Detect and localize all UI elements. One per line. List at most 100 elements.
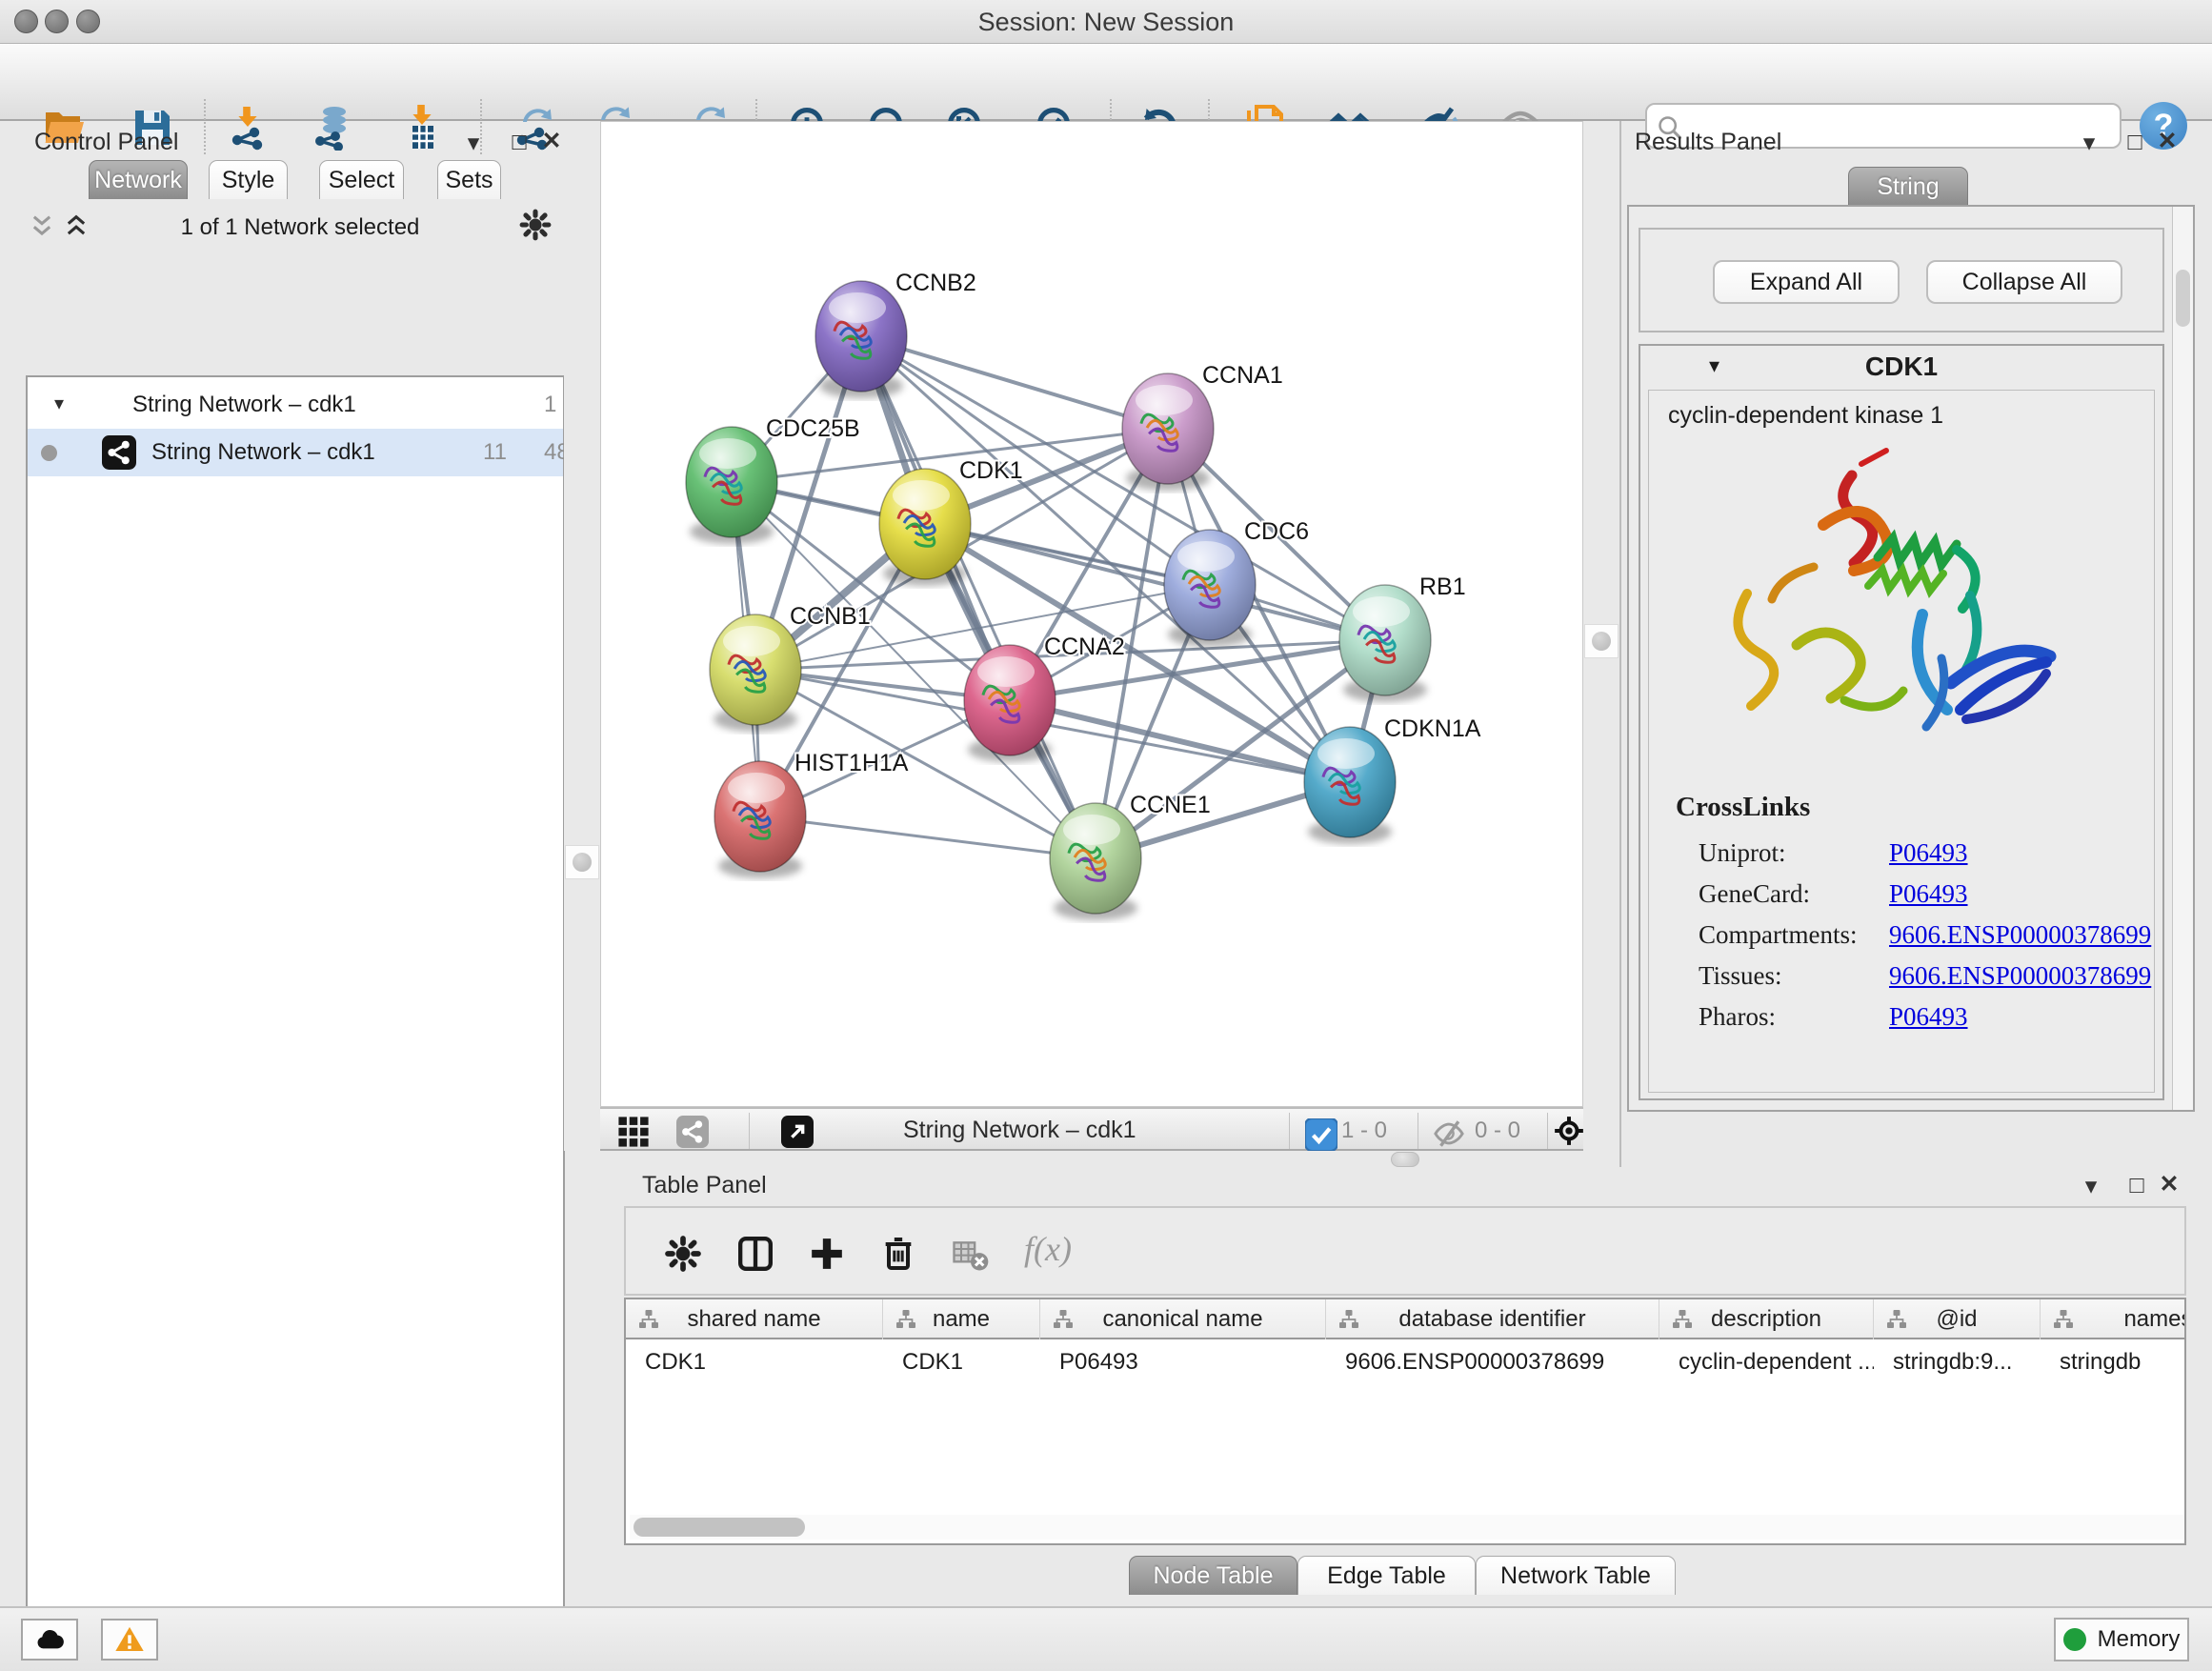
crosslink-link[interactable]: P06493 xyxy=(1889,879,1968,908)
panel-float-icon[interactable]: □ xyxy=(2121,1172,2153,1199)
node-label: CCNE1 xyxy=(1130,792,1211,818)
panel-dropdown-icon[interactable]: ▾ xyxy=(457,129,490,157)
network-node[interactable]: RB1 xyxy=(1339,574,1466,702)
table-toolbar: f(x) xyxy=(624,1206,2186,1296)
network-edge[interactable] xyxy=(760,816,1096,858)
tab-network[interactable]: Network xyxy=(89,160,188,199)
crosslink-row: Tissues:9606.ENSP00000378699 xyxy=(1649,956,2154,997)
column-header-database-identifier[interactable]: database identifier xyxy=(1326,1299,1659,1339)
right-splitter[interactable] xyxy=(1583,121,1619,1151)
bottom-splitter-handle[interactable] xyxy=(1391,1152,1419,1167)
crosshair-icon[interactable] xyxy=(1553,1115,1585,1147)
column-header-canonical-name[interactable]: canonical name xyxy=(1040,1299,1326,1339)
crosslink-label: Pharos: xyxy=(1699,1002,1889,1032)
crosslink-label: Tissues: xyxy=(1699,961,1889,991)
network-node[interactable]: HIST1H1A xyxy=(714,750,909,878)
panel-dropdown-icon[interactable]: ▾ xyxy=(2073,129,2105,157)
column-header--id[interactable]: @id xyxy=(1874,1299,2041,1339)
protein-section: ▾ CDK1 cyclin-dependent kinase 1 xyxy=(1639,344,2164,1100)
panel-close-icon[interactable]: ✕ xyxy=(535,127,568,155)
network-options-gear-icon[interactable] xyxy=(519,209,552,241)
cloud-icon[interactable] xyxy=(21,1619,78,1661)
panel-close-icon[interactable]: ✕ xyxy=(2151,127,2183,155)
column-header-description[interactable]: description xyxy=(1659,1299,1874,1339)
selected-checkbox-icon[interactable] xyxy=(1305,1118,1330,1151)
network-edge[interactable] xyxy=(925,524,1385,640)
protein-name: CDK1 xyxy=(1640,352,2162,382)
show-columns-icon[interactable] xyxy=(734,1233,776,1275)
network-graph[interactable]: CCNB2CCNA1CDC25BCDK1CDC6RB1CCNB1CCNA2CDK… xyxy=(601,122,1582,1106)
network-label: String Network – cdk1 xyxy=(151,439,375,466)
delete-table-icon[interactable] xyxy=(950,1233,992,1275)
network-node[interactable]: CDKN1A xyxy=(1304,715,1481,844)
crosslink-link[interactable]: 9606.ENSP00000378699 xyxy=(1889,961,2151,990)
node-label: CDC6 xyxy=(1244,518,1309,545)
table-cell[interactable]: stringdb xyxy=(2041,1341,2186,1383)
network-selection-status: 1 of 1 Network selected xyxy=(143,214,457,241)
hidden-eye-icon[interactable] xyxy=(1433,1117,1465,1150)
window-title: Session: New Session xyxy=(0,8,2212,37)
table-header-row: shared namenamecanonical namedatabase id… xyxy=(626,1299,2186,1339)
export-view-icon[interactable] xyxy=(781,1116,814,1148)
table-cell[interactable]: cyclin-dependent ... xyxy=(1659,1341,1874,1383)
crosslink-link[interactable]: P06493 xyxy=(1889,838,1968,867)
network-node[interactable]: CCNE1 xyxy=(1050,792,1211,920)
tab-sets[interactable]: Sets xyxy=(437,160,501,199)
protein-description: cyclin-dependent kinase 1 xyxy=(1649,391,2154,430)
tab-string[interactable]: String xyxy=(1848,167,1968,206)
memory-label: Memory xyxy=(2098,1626,2181,1653)
table-row: CDK1CDK1P064939606.ENSP00000378699cyclin… xyxy=(626,1341,2186,1383)
tab-network-table[interactable]: Network Table xyxy=(1476,1556,1676,1595)
expand-all-button[interactable]: Expand All xyxy=(1713,260,1900,304)
function-builder-icon[interactable]: f(x) xyxy=(1024,1229,1072,1269)
table-options-gear-icon[interactable] xyxy=(662,1233,704,1275)
grid-view-icon[interactable] xyxy=(617,1116,650,1148)
column-header-name[interactable]: name xyxy=(883,1299,1040,1339)
panel-dropdown-icon[interactable]: ▾ xyxy=(2075,1172,2107,1200)
panel-close-icon[interactable]: ✕ xyxy=(2153,1170,2185,1198)
node-label: RB1 xyxy=(1419,574,1466,600)
results-scrollbar[interactable] xyxy=(2172,207,2193,1110)
table-cell[interactable]: 9606.ENSP00000378699 xyxy=(1326,1341,1659,1383)
table-cell[interactable]: stringdb:9... xyxy=(1874,1341,2041,1383)
network-view-dot-icon xyxy=(41,445,57,461)
collapse-all-button[interactable]: Collapse All xyxy=(1926,260,2122,304)
network-edge[interactable] xyxy=(861,336,1096,858)
collapse-all-networks-icon[interactable] xyxy=(29,212,55,239)
left-splitter[interactable] xyxy=(564,121,600,1151)
network-canvas[interactable]: CCNB2CCNA1CDC25BCDK1CDC6RB1CCNB1CCNA2CDK… xyxy=(600,121,1583,1107)
network-node[interactable]: CDK1 xyxy=(879,457,1023,586)
panel-float-icon[interactable]: □ xyxy=(2119,129,2151,156)
network-edge[interactable] xyxy=(861,336,1168,429)
network-row-selected[interactable]: String Network – cdk1 11 48 xyxy=(28,429,563,476)
network-birds-eye-icon[interactable] xyxy=(676,1116,709,1148)
crosslink-link[interactable]: P06493 xyxy=(1889,1002,1968,1031)
table-cell[interactable]: CDK1 xyxy=(626,1341,883,1383)
tree-collapse-icon[interactable]: ▾ xyxy=(54,392,64,415)
create-column-icon[interactable] xyxy=(806,1233,848,1275)
warning-icon[interactable] xyxy=(101,1619,158,1661)
toolbar-separator xyxy=(749,1113,750,1149)
protein-details-box: cyclin-dependent kinase 1 xyxy=(1648,390,2155,1093)
network-collection-row[interactable]: ▾ String Network – cdk1 1 xyxy=(28,381,563,429)
column-header-shared-name[interactable]: shared name xyxy=(626,1299,883,1339)
hidden-node-edge-counts: 0 - 0 xyxy=(1475,1117,1520,1144)
column-header-namespace[interactable]: namespace xyxy=(2041,1299,2186,1339)
crosslinks-section: CrossLinks Uniprot:P06493GeneCard:P06493… xyxy=(1649,786,2154,1037)
table-horizontal-scrollbar[interactable] xyxy=(630,1515,2184,1540)
crosslink-link[interactable]: 9606.ENSP00000378699 xyxy=(1889,920,2151,949)
table-cell[interactable]: P06493 xyxy=(1040,1341,1326,1383)
tab-select[interactable]: Select xyxy=(319,160,404,199)
panel-float-icon[interactable]: □ xyxy=(503,129,535,156)
memory-button[interactable]: Memory xyxy=(2054,1618,2189,1661)
delete-column-icon[interactable] xyxy=(877,1233,919,1275)
expand-all-networks-icon[interactable] xyxy=(63,212,90,239)
tab-style[interactable]: Style xyxy=(209,160,288,199)
network-node[interactable]: CCNA1 xyxy=(1122,362,1283,491)
network-node[interactable]: CCNB2 xyxy=(815,270,976,398)
table-cell[interactable]: CDK1 xyxy=(883,1341,1040,1383)
node-label: CDC25B xyxy=(766,415,860,442)
tab-edge-table[interactable]: Edge Table xyxy=(1297,1556,1476,1595)
tab-node-table[interactable]: Node Table xyxy=(1129,1556,1297,1595)
network-node[interactable]: CCNA2 xyxy=(964,634,1125,762)
